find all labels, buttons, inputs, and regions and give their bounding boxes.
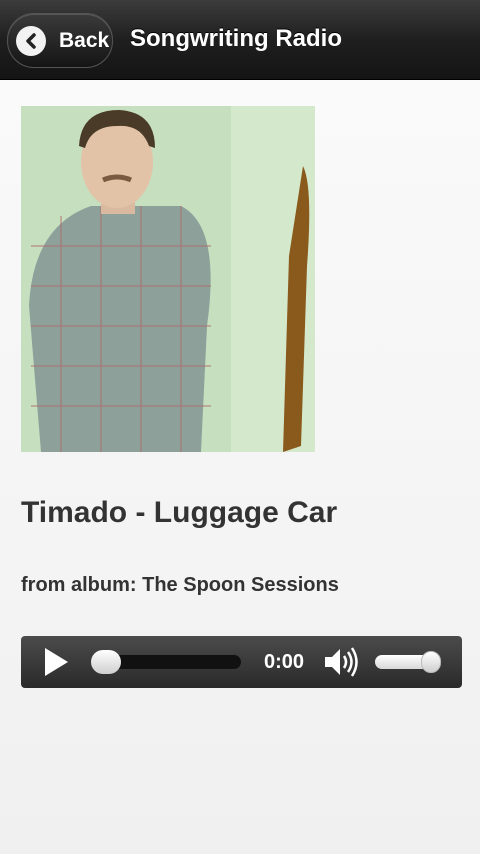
play-icon[interactable] [43,647,69,677]
volume-icon[interactable] [323,646,359,678]
time-readout: 0:00 [264,651,305,673]
volume-handle[interactable] [421,651,441,673]
track-title: Timado - Luggage Car [21,496,338,529]
back-button-label: Back [59,28,110,52]
back-arrow-icon [16,25,46,56]
audio-player: 0:00 [21,636,462,688]
album-line: from album: The Spoon Sessions [21,574,339,596]
app-header: Back Songwriting Radio [0,0,480,80]
back-button[interactable]: Back [7,13,113,68]
album-art [21,106,315,452]
page-title: Songwriting Radio [130,25,342,52]
seek-handle[interactable] [91,650,121,674]
